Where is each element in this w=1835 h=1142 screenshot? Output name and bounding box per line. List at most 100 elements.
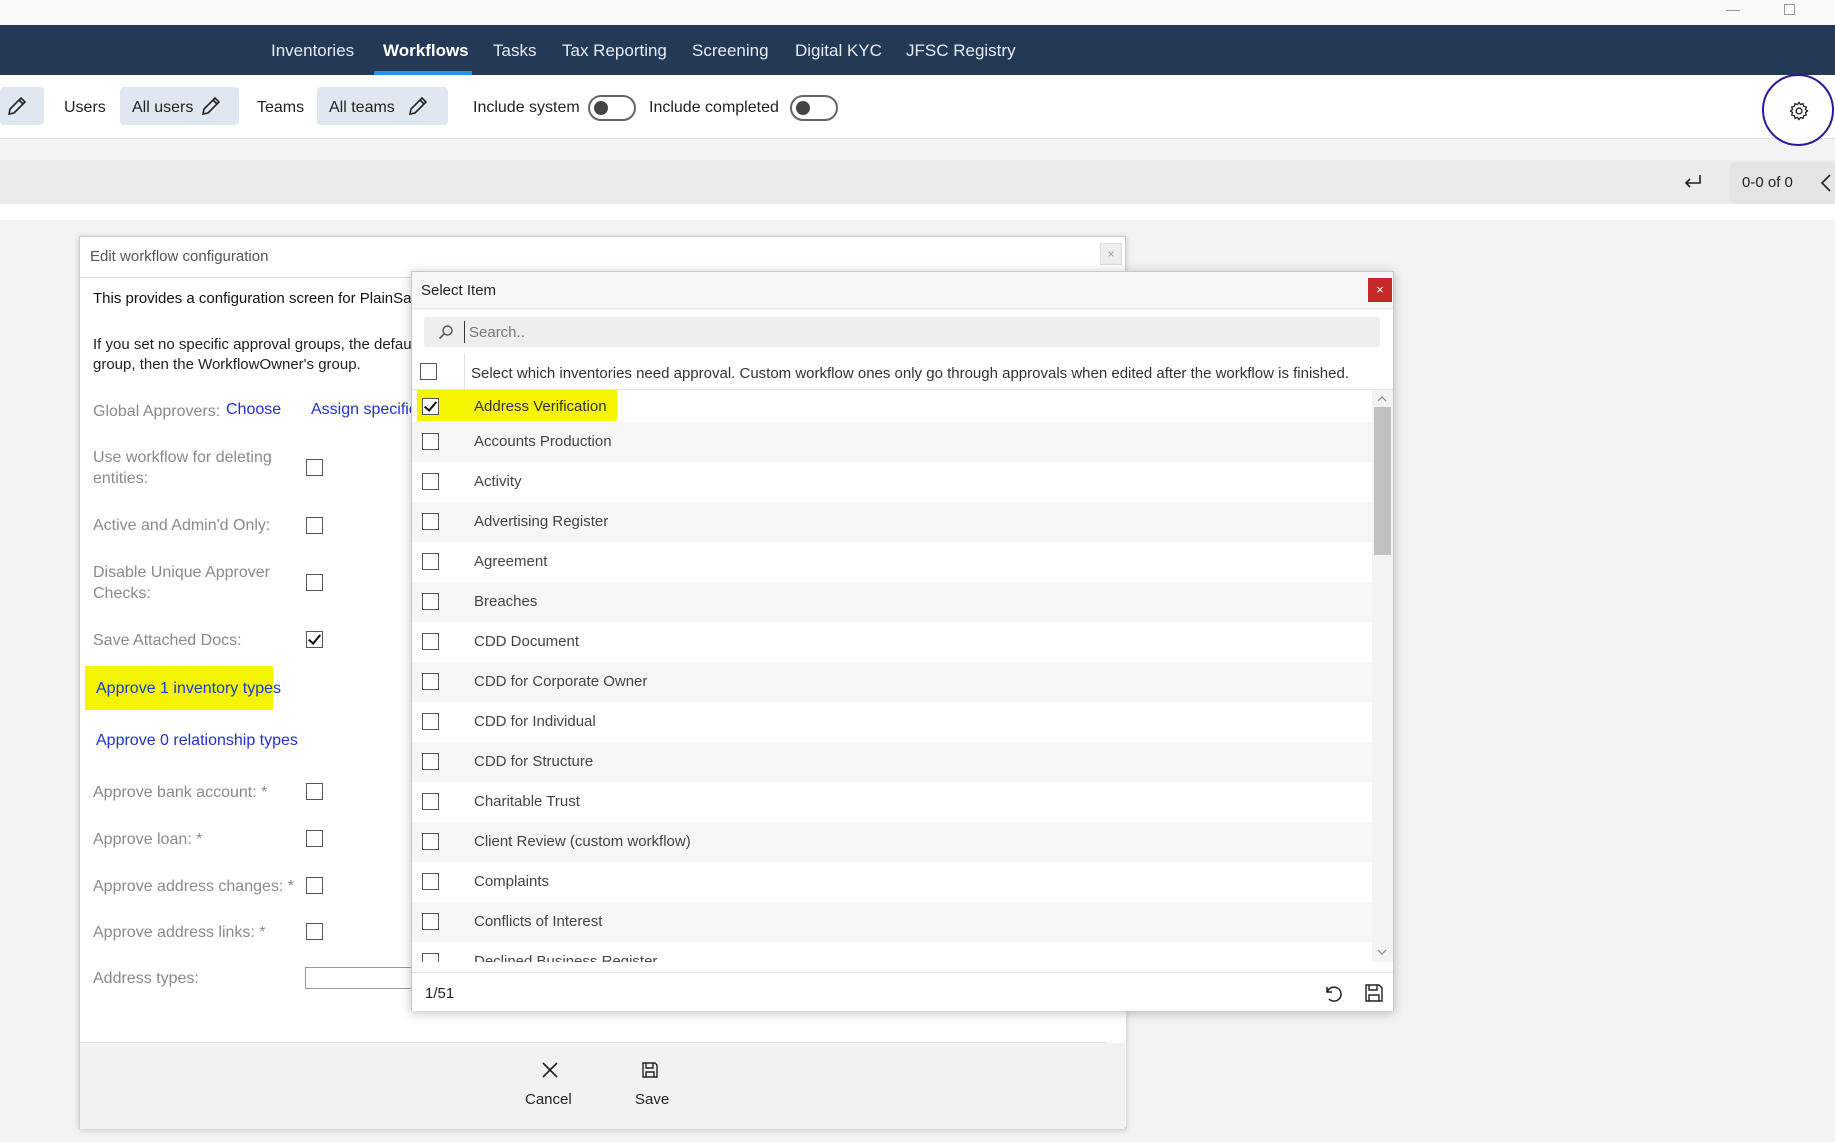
- item-checkbox[interactable]: [422, 833, 439, 850]
- save-attached-docs-checkbox[interactable]: [306, 631, 323, 648]
- list-item[interactable]: CDD Document: [412, 622, 1372, 662]
- item-label: Address Verification: [474, 398, 607, 415]
- item-checkbox[interactable]: [422, 673, 439, 690]
- list-item[interactable]: Declined Business Register: [412, 942, 1372, 962]
- field-label: Approve bank account: *: [93, 784, 268, 801]
- list-item[interactable]: Charitable Trust: [412, 782, 1372, 822]
- pager-text: 0-0 of 0: [1742, 174, 1793, 191]
- chevron-down-icon[interactable]: [1377, 948, 1387, 956]
- list-item[interactable]: Advertising Register: [412, 502, 1372, 542]
- approve-relationship-types-link[interactable]: Approve 0 relationship types: [96, 732, 298, 750]
- nav-item-screening[interactable]: Screening: [692, 41, 769, 61]
- nav-item-tax-reporting[interactable]: Tax Reporting: [562, 41, 667, 61]
- save-button[interactable]: Save: [610, 1055, 690, 1115]
- use-workflow-deleting-checkbox[interactable]: [306, 459, 323, 476]
- item-checkbox[interactable]: [422, 873, 439, 890]
- field-label: Approve address links: *: [93, 924, 266, 941]
- cancel-button[interactable]: Cancel: [510, 1055, 590, 1115]
- pencil-icon[interactable]: [200, 95, 222, 117]
- item-checkbox[interactable]: [422, 633, 439, 650]
- close-icon[interactable]: ×: [1368, 278, 1392, 302]
- enter-icon[interactable]: [1683, 173, 1703, 191]
- assign-specific-link[interactable]: Assign specific: [311, 401, 417, 419]
- list-item[interactable]: CDD for Individual: [412, 702, 1372, 742]
- list-item[interactable]: Client Review (custom workflow): [412, 822, 1372, 862]
- approve-inventory-types-link[interactable]: Approve 1 inventory types: [96, 680, 281, 698]
- active-admin-only-checkbox[interactable]: [306, 517, 323, 534]
- close-icon: [542, 1062, 558, 1078]
- minimize-icon[interactable]: [1726, 10, 1740, 11]
- list-item[interactable]: Agreement: [412, 542, 1372, 582]
- selection-count: 1/51: [425, 985, 455, 1002]
- field-label: Approve address changes: *: [93, 878, 295, 895]
- list-item[interactable]: Complaints: [412, 862, 1372, 902]
- teams-filter-pill[interactable]: All teams: [317, 87, 448, 125]
- chevron-up-icon[interactable]: [1377, 395, 1387, 403]
- item-label: CDD for Corporate Owner: [474, 673, 648, 690]
- disable-unique-approver-checkbox[interactable]: [306, 574, 323, 591]
- nav-item-jfsc-registry[interactable]: JFSC Registry: [906, 41, 1016, 61]
- top-navigation: Inventories Workflows Tasks Tax Reportin…: [0, 25, 1835, 75]
- list-item[interactable]: CDD for Corporate Owner: [412, 662, 1372, 702]
- item-checkbox[interactable]: [422, 713, 439, 730]
- field-label: Save Attached Docs:: [93, 632, 242, 649]
- item-label: CDD Document: [474, 633, 580, 650]
- scrollbar-thumb[interactable]: [1374, 407, 1391, 555]
- list-item[interactable]: Accounts Production: [412, 422, 1372, 462]
- nav-item-tasks[interactable]: Tasks: [493, 41, 536, 61]
- item-checkbox[interactable]: [422, 793, 439, 810]
- item-checkbox[interactable]: [422, 753, 439, 770]
- save-icon[interactable]: [1364, 983, 1384, 1003]
- inventory-list: Address Verification Accounts Production…: [412, 390, 1372, 962]
- item-label: Advertising Register: [474, 513, 609, 530]
- item-label: CDD for Structure: [474, 753, 594, 770]
- select-all-checkbox[interactable]: [420, 363, 437, 380]
- save-label: Save: [635, 1091, 670, 1108]
- nav-item-digital-kyc[interactable]: Digital KYC: [795, 41, 882, 61]
- field-label: Use workflow for deleting entities:: [93, 449, 272, 487]
- teams-label: Teams: [257, 99, 305, 116]
- undo-icon[interactable]: [1323, 983, 1343, 1003]
- item-checkbox[interactable]: [422, 553, 439, 570]
- window-titlebar: [0, 0, 1835, 25]
- users-filter-pill[interactable]: All users: [120, 87, 239, 125]
- address-types-input[interactable]: [305, 967, 425, 989]
- dialog-footer: 1/51: [412, 972, 1393, 1011]
- approve-address-changes-checkbox[interactable]: [306, 877, 323, 894]
- close-icon[interactable]: ×: [1100, 243, 1122, 265]
- item-label: Declined Business Register: [474, 953, 658, 962]
- list-item[interactable]: Breaches: [412, 582, 1372, 622]
- item-checkbox[interactable]: [422, 398, 439, 415]
- pager: 0-0 of 0: [1730, 162, 1835, 204]
- list-header: Select which inventories need approval. …: [412, 354, 1393, 390]
- item-checkbox[interactable]: [422, 433, 439, 450]
- choose-approvers-link[interactable]: Choose: [226, 401, 281, 419]
- item-label: Client Review (custom workflow): [474, 833, 691, 850]
- filter-bar: Users All users Teams All teams Include …: [0, 75, 1835, 139]
- item-checkbox[interactable]: [422, 593, 439, 610]
- edit-filter-button[interactable]: [0, 87, 44, 125]
- approve-address-links-checkbox[interactable]: [306, 923, 323, 940]
- list-item[interactable]: CDD for Structure: [412, 742, 1372, 782]
- search-input[interactable]: [464, 321, 1364, 343]
- pencil-icon[interactable]: [407, 95, 429, 117]
- include-system-label: Include system: [473, 99, 580, 116]
- item-checkbox[interactable]: [422, 913, 439, 930]
- item-checkbox[interactable]: [422, 513, 439, 530]
- list-item[interactable]: Conflicts of Interest: [412, 902, 1372, 942]
- item-checkbox[interactable]: [422, 953, 439, 962]
- include-system-toggle[interactable]: [588, 95, 636, 121]
- chevron-left-icon[interactable]: [1819, 173, 1833, 193]
- list-item[interactable]: Activity: [412, 462, 1372, 502]
- list-header-text: Select which inventories need approval. …: [471, 365, 1349, 382]
- nav-item-inventories[interactable]: Inventories: [271, 41, 354, 61]
- restore-icon[interactable]: [1784, 4, 1795, 15]
- approve-bank-account-checkbox[interactable]: [306, 783, 323, 800]
- approve-loan-checkbox[interactable]: [306, 830, 323, 847]
- dialog-footer: Cancel Save: [80, 1043, 1125, 1129]
- settings-button[interactable]: [1762, 74, 1834, 146]
- item-checkbox[interactable]: [422, 473, 439, 490]
- nav-item-workflows[interactable]: Workflows: [383, 41, 469, 61]
- field-label: Active and Admin'd Only:: [93, 517, 271, 534]
- include-completed-toggle[interactable]: [790, 95, 838, 121]
